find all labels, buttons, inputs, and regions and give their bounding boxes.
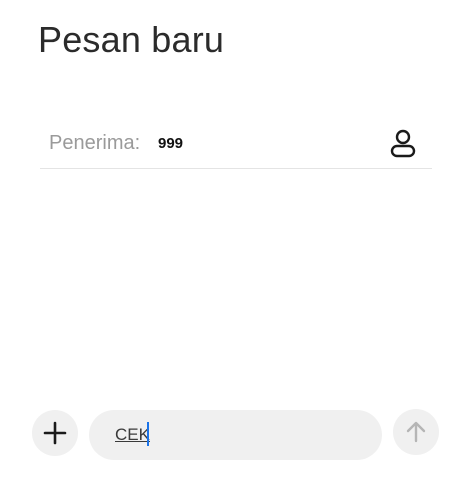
person-icon [390, 129, 416, 158]
attach-button[interactable] [32, 410, 78, 456]
recipient-value[interactable]: 999 [158, 134, 183, 154]
message-input[interactable]: CEK [89, 410, 382, 460]
new-message-screen: Pesan baru Penerima: 999 CEK [0, 0, 470, 477]
send-button[interactable] [393, 409, 439, 455]
plus-icon [43, 421, 67, 445]
message-text: CEK [115, 425, 150, 444]
contact-picker-button[interactable] [386, 126, 420, 160]
arrow-up-icon [406, 421, 426, 443]
recipient-row[interactable]: Penerima: 999 [40, 120, 432, 169]
recipient-label: Penerima: [49, 132, 141, 154]
page-title: Pesan baru [38, 19, 225, 60]
text-caret [147, 422, 149, 446]
